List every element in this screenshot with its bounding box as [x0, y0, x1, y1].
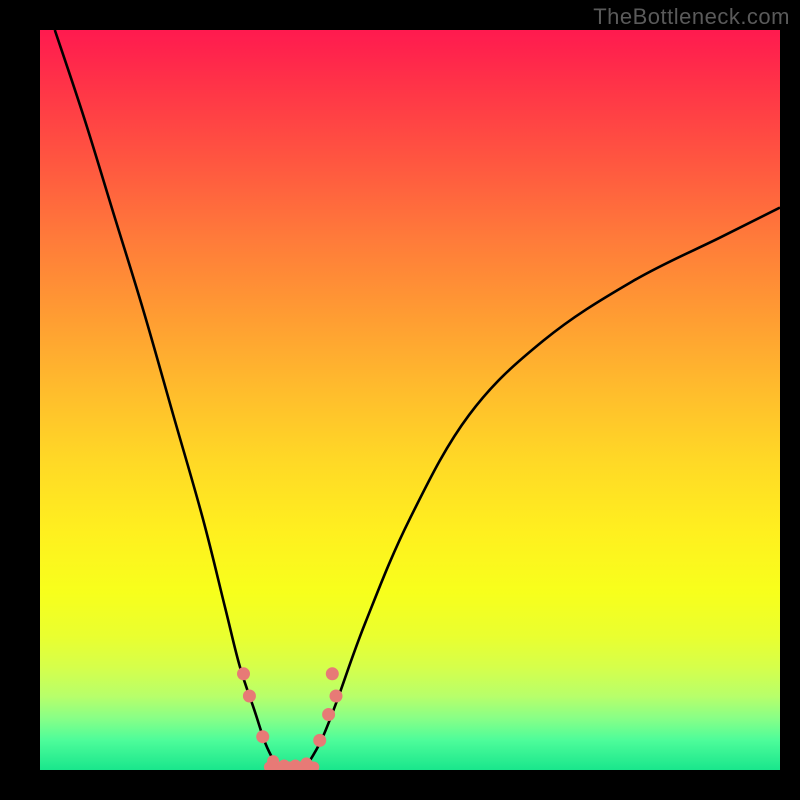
chart-svg	[40, 30, 780, 770]
data-marker	[237, 667, 250, 680]
data-marker	[278, 760, 290, 770]
watermark-label: TheBottleneck.com	[593, 4, 790, 30]
data-marker	[300, 757, 312, 769]
left-branch-curve	[55, 30, 277, 766]
data-marker	[313, 734, 326, 747]
plot-area	[40, 30, 780, 770]
data-marker	[322, 708, 335, 721]
right-branch-curve	[306, 208, 780, 767]
data-marker	[326, 667, 339, 680]
data-marker	[267, 755, 279, 767]
data-marker	[330, 690, 343, 703]
data-marker	[243, 690, 256, 703]
chart-frame: TheBottleneck.com	[0, 0, 800, 800]
marker-layer	[237, 667, 343, 770]
data-marker	[289, 760, 301, 770]
data-marker	[256, 730, 269, 743]
